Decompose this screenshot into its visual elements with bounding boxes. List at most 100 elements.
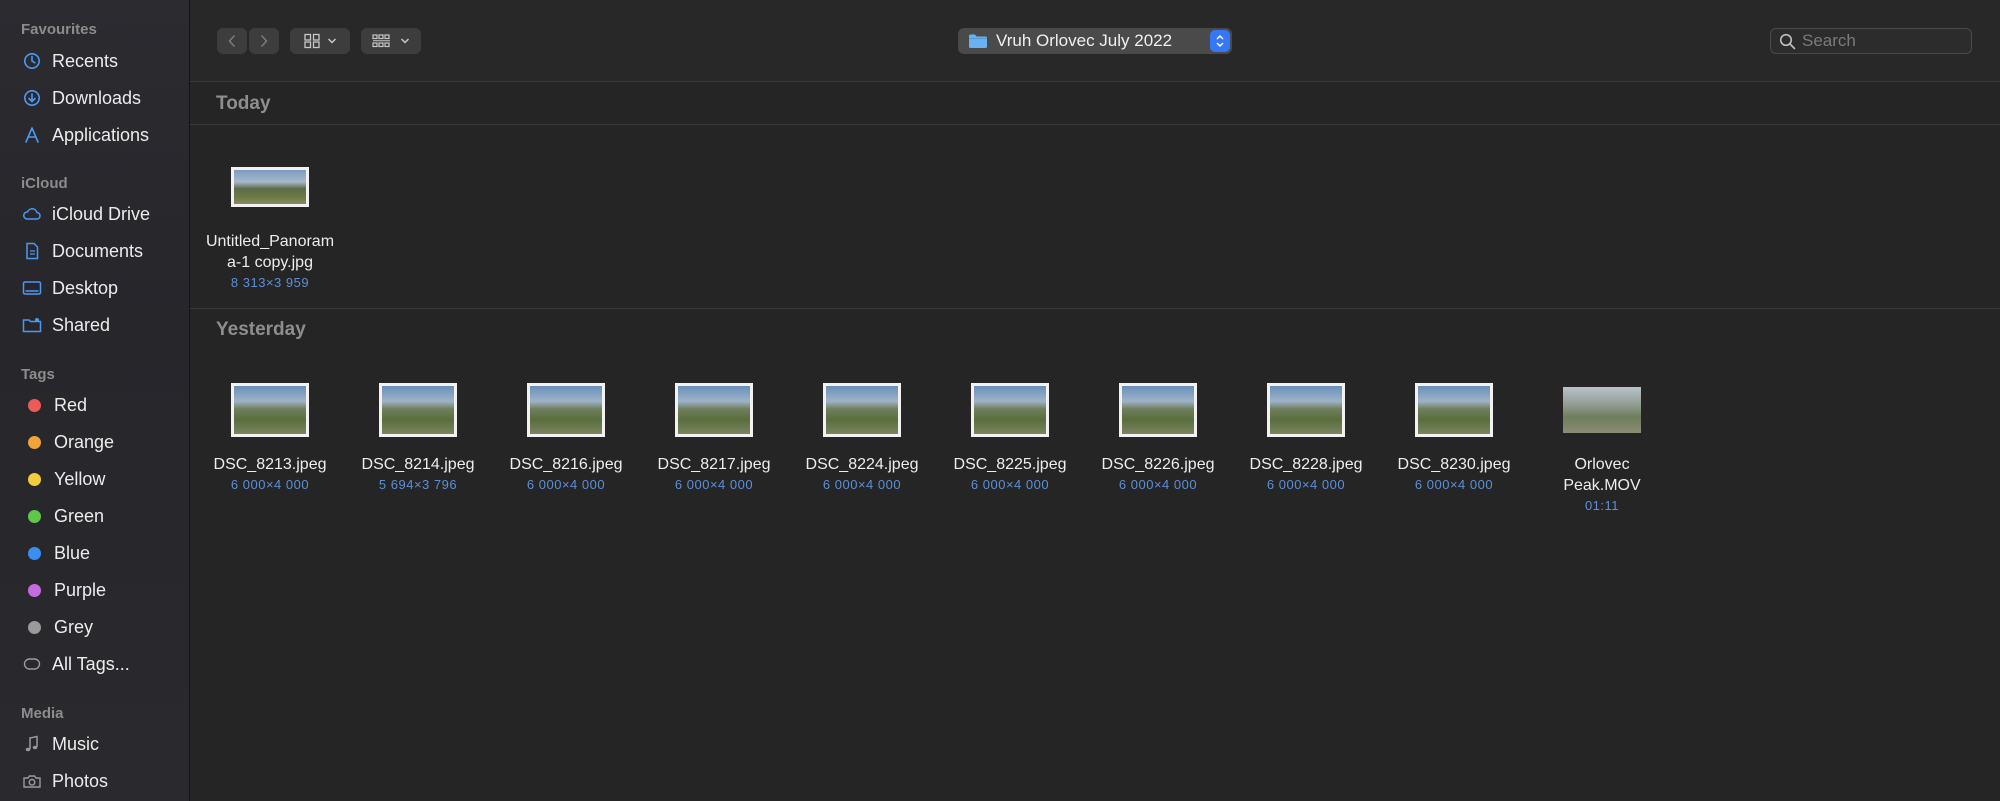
file-dimensions: 5 694×3 796 [378,477,458,492]
file-item[interactable]: DSC_8213.jpeg 6 000×4 000 [196,380,344,492]
music-note-icon [20,732,44,756]
file-item[interactable]: Orlovec Peak.MOV 01:11 [1528,380,1676,513]
sidebar-section-media: Media [21,705,64,722]
file-name-line: Peak.MOV [1563,477,1641,494]
thumbnail-wrap [936,380,1084,440]
file-item[interactable]: DSC_8230.jpeg 6 000×4 000 [1380,380,1528,492]
sidebar-item-label: Yellow [54,468,106,489]
sidebar-item-desktop[interactable]: Desktop [20,273,185,303]
popup-stepper[interactable] [1210,30,1230,52]
sidebar-item-shared[interactable]: Shared [20,310,185,340]
sidebar-tag-green[interactable]: Green [20,501,185,531]
download-icon [20,86,44,110]
file-item[interactable]: DSC_8214.jpeg 5 694×3 796 [344,380,492,492]
group-header-yesterday: Yesterday [190,309,2000,351]
sidebar-item-downloads[interactable]: Downloads [20,83,185,113]
forward-button[interactable] [249,28,279,54]
sidebar-section-icloud: iCloud [21,175,68,192]
shared-folder-icon [20,313,44,337]
chevron-right-icon [260,34,268,48]
thumbnail-wrap [196,380,344,440]
sidebar-item-label: Recents [52,50,119,71]
file-name: Orlovec Peak.MOV [1528,454,1676,496]
tag-color-dot [28,509,41,523]
file-thumbnail [823,383,901,437]
tag-color-dot [28,435,41,449]
thumbnail-wrap [196,157,344,217]
thumbnail-wrap [1232,380,1380,440]
file-item[interactable]: Untitled_Panoram a-1 copy.jpg 8 313×3 95… [196,157,344,290]
file-dimensions: 6 000×4 000 [230,477,310,492]
thumbnail-wrap [344,380,492,440]
file-dimensions: 6 000×4 000 [970,477,1050,492]
video-thumbnail [1563,387,1641,433]
applications-icon [20,123,44,147]
file-name: DSC_8230.jpeg [1397,456,1511,473]
file-item[interactable]: DSC_8216.jpeg 6 000×4 000 [492,380,640,492]
sidebar-item-label: Shared [52,314,111,335]
sidebar-item-label: Music [52,733,100,754]
sidebar: Favourites Recents Downloads Application… [0,0,190,801]
sidebar-item-documents[interactable]: Documents [20,236,185,266]
main-content: Vruh Orlovec July 2022 Today Untitled_Pa… [190,0,2000,801]
sidebar-tag-purple[interactable]: Purple [20,575,185,605]
file-dimensions: 6 000×4 000 [674,477,754,492]
search-icon [1779,33,1796,49]
file-thumbnail [971,383,1049,437]
chevron-down-icon [327,38,337,44]
back-button[interactable] [217,28,247,54]
clock-icon [20,49,44,73]
file-thumbnail [379,383,457,437]
file-thumbnail [1267,383,1345,437]
file-dimensions: 6 000×4 000 [1118,477,1198,492]
file-dimensions: 8 313×3 959 [230,275,310,290]
file-thumbnail [527,383,605,437]
group-by-button[interactable] [361,28,421,54]
sidebar-item-photos[interactable]: Photos [20,766,185,796]
sidebar-item-recents[interactable]: Recents [20,46,185,76]
thumbnail-wrap [788,380,936,440]
sidebar-item-applications[interactable]: Applications [20,120,185,150]
sidebar-tag-blue[interactable]: Blue [20,538,185,568]
file-item[interactable]: DSC_8224.jpeg 6 000×4 000 [788,380,936,492]
search-field[interactable] [1770,28,1972,54]
thumbnail-wrap [1084,380,1232,440]
sidebar-tag-yellow[interactable]: Yellow [20,464,185,494]
sidebar-item-label: Grey [54,616,94,637]
chevron-left-icon [228,34,236,48]
search-input[interactable] [1802,31,1962,51]
camera-icon [20,769,44,793]
file-thumbnail [231,383,309,437]
file-dimensions: 6 000×4 000 [1414,477,1494,492]
tag-color-dot [28,620,41,634]
sidebar-item-label: Applications [52,124,150,145]
group-grid-icon [372,34,390,48]
sidebar-tag-orange[interactable]: Orange [20,427,185,457]
sidebar-tag-red[interactable]: Red [20,390,185,420]
file-name: DSC_8217.jpeg [657,456,771,473]
file-name: DSC_8214.jpeg [361,456,475,473]
tag-outline-icon [20,652,44,676]
sidebar-item-label: Purple [54,579,107,600]
sidebar-section-tags: Tags [21,366,55,383]
sidebar-item-music[interactable]: Music [20,729,185,759]
folder-icon [969,34,987,48]
file-item[interactable]: DSC_8217.jpeg 6 000×4 000 [640,380,788,492]
sidebar-item-label: iCloud Drive [52,203,151,224]
thumbnail-wrap [640,380,788,440]
sidebar-item-all-tags[interactable]: All Tags... [20,649,185,679]
up-down-chevron-icon [1216,34,1224,48]
tag-color-dot [28,472,41,486]
folder-path-popup[interactable]: Vruh Orlovec July 2022 [958,28,1232,54]
sidebar-item-label: Blue [54,542,91,563]
sidebar-item-icloud-drive[interactable]: iCloud Drive [20,199,185,229]
sidebar-tag-grey[interactable]: Grey [20,612,185,642]
file-dimensions: 6 000×4 000 [526,477,606,492]
file-item[interactable]: DSC_8226.jpeg 6 000×4 000 [1084,380,1232,492]
file-thumbnail [1415,383,1493,437]
sidebar-item-label: Downloads [52,87,142,108]
file-item[interactable]: DSC_8225.jpeg 6 000×4 000 [936,380,1084,492]
view-mode-button[interactable] [290,28,350,54]
tag-color-dot [28,398,41,412]
file-item[interactable]: DSC_8228.jpeg 6 000×4 000 [1232,380,1380,492]
